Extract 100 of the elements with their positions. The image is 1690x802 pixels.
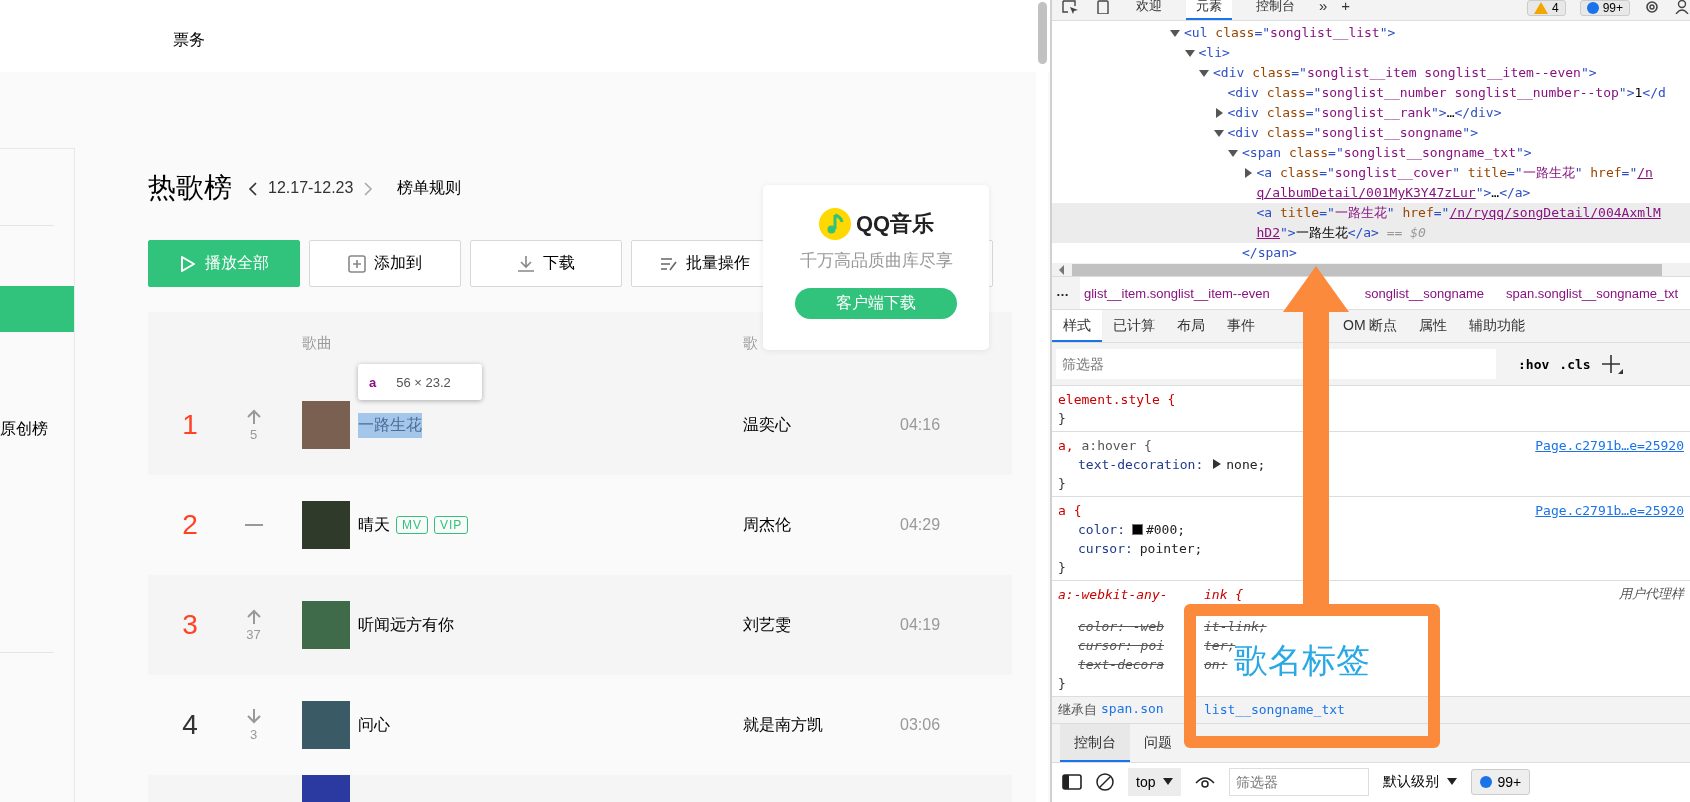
sidebar-item-highlight[interactable] — [0, 286, 74, 332]
color-swatch[interactable] — [1131, 523, 1143, 535]
css-declaration[interactable]: cursor: pointer; — [1078, 540, 1203, 556]
source-link[interactable]: Page.c2791b…e=25920 — [1535, 502, 1684, 518]
promo-tagline: 千万高品质曲库尽享 — [799, 250, 953, 272]
markup-code: <div class="songlist__rank">…</div> — [1227, 105, 1502, 121]
chevron-left-icon — [248, 181, 258, 197]
user-agent-label: 用户代理样 — [1619, 585, 1684, 604]
panel-tab[interactable]: OM 断点 — [1332, 310, 1409, 343]
nav-link[interactable]: 票务 — [173, 29, 205, 51]
dom-node[interactable]: <span class="songlist__songname_txt"> — [1052, 142, 1690, 163]
warnings-badge[interactable]: 4 — [1526, 0, 1566, 16]
scrollbar-thumb[interactable] — [1037, 2, 1047, 64]
dom-node[interactable]: <a title="一路生花" href="/n/ryqq/songDetail/004AxmlM — [1052, 202, 1690, 223]
devtools-tab[interactable]: 元素 — [1186, 0, 1232, 20]
add-tab-button[interactable]: + — [1341, 0, 1351, 12]
markup-code: hD2">一路生花</a> == $0 — [1256, 223, 1426, 242]
panel-tab[interactable]: 属性 — [1408, 310, 1459, 343]
markup-code: <div class="songlist__number songlist__number--top">1</d — [1227, 85, 1666, 101]
markup-code: </span> — [1242, 245, 1297, 261]
dom-node[interactable]: <ul class="songlist__list"> — [1052, 22, 1690, 43]
css-declaration[interactable]: cursor: poi — [1078, 637, 1165, 653]
css-declaration[interactable]: on: — [1204, 656, 1228, 672]
download-icon — [517, 254, 535, 273]
dom-node-continuation[interactable]: hD2">一路生花</a> == $0 — [1052, 222, 1690, 243]
context-dropdown[interactable]: top — [1128, 768, 1182, 797]
dom-node[interactable]: </span> — [1052, 242, 1690, 263]
log-level-dropdown[interactable]: 默认级别 — [1383, 773, 1458, 792]
panel-tab[interactable]: 已计算 — [1102, 310, 1166, 343]
toolbar-button[interactable]: 下载 — [470, 240, 622, 287]
artist-name[interactable]: 刘艺雯 — [743, 614, 900, 636]
panel-tab[interactable]: 事件 — [1216, 310, 1266, 343]
breadcrumb[interactable]: glist__item.songlist__item--even — [1080, 285, 1274, 301]
album-cover-placeholder[interactable] — [302, 701, 350, 749]
css-declaration[interactable]: text-decoration: none; — [1078, 456, 1266, 472]
rules-link[interactable]: 榜单规则 — [397, 177, 462, 199]
dom-node[interactable]: <div class="songlist__number songlist__number--top">1</d — [1052, 82, 1690, 103]
album-cover-placeholder[interactable] — [302, 401, 350, 449]
album-cover-placeholder[interactable] — [302, 501, 350, 549]
class-button[interactable]: .cls — [1559, 356, 1591, 372]
css-declaration[interactable]: it-link; — [1204, 618, 1267, 634]
dom-node-continuation[interactable]: q/albumDetail/001MyK3Y47zLur">…</a> — [1052, 182, 1690, 203]
panel-tab[interactable]: 布局 — [1166, 310, 1216, 343]
album-cover-placeholder[interactable] — [302, 601, 350, 649]
source-link[interactable]: Page.c2791b…e=25920 — [1535, 437, 1684, 453]
css-selector[interactable]: span.son — [1101, 700, 1164, 719]
markup-code: <li> — [1198, 45, 1230, 61]
person-icon — [1674, 0, 1690, 14]
dom-node[interactable]: <li> — [1052, 42, 1690, 63]
scrollbar-thumb[interactable] — [1072, 263, 1662, 276]
console-filter-field[interactable]: 筛选器 — [1229, 768, 1370, 797]
sidebar-item[interactable]: 原创榜 — [0, 406, 74, 452]
plus-square-icon — [348, 254, 366, 273]
arrow-down-icon — [244, 708, 263, 725]
messages-badge[interactable]: 99+ — [1471, 769, 1531, 796]
sidebar-toggle-icon — [1062, 774, 1082, 791]
rank-number: 2 — [181, 509, 199, 541]
filter-field[interactable]: 筛选器 — [1056, 349, 1496, 380]
dom-node[interactable]: <div class="songlist__songname"> — [1052, 122, 1690, 143]
song-row[interactable]: 4 3 问心 就是南方凯 03:06 — [148, 675, 1012, 775]
drawer-tab[interactable]: 问题 — [1130, 723, 1186, 762]
artist-name[interactable]: 就是南方凯 — [743, 714, 900, 736]
breadcrumb[interactable]: songlist__songname — [1360, 285, 1488, 301]
messages-badge[interactable]: 99+ — [1579, 0, 1630, 16]
css-declaration[interactable]: text-decora — [1078, 656, 1165, 672]
css-declaration[interactable]: color: -web — [1078, 618, 1165, 634]
device-icon — [1094, 0, 1112, 14]
duration: 04:19 — [900, 616, 942, 634]
css-selector[interactable]: list__songname_txt — [1204, 702, 1345, 718]
dropdown-triangle-icon — [1163, 778, 1174, 787]
song-row[interactable]: 3 37 听闻远方有你 刘艺雯 04:19 — [148, 575, 1012, 675]
settings-icon — [1644, 0, 1660, 14]
hover-state-button[interactable]: :hov — [1518, 356, 1550, 372]
artist-name[interactable]: 周杰伦 — [743, 514, 900, 536]
devtools-tab[interactable]: 控制台 — [1246, 0, 1305, 18]
song-row[interactable]: 2 晴天 MV VIP 周杰伦 04:29 — [148, 475, 1012, 575]
song-title[interactable]: 问心 — [358, 712, 390, 738]
breadcrumb[interactable]: … — [1052, 277, 1080, 310]
warning-icon — [1533, 2, 1548, 14]
panel-tab[interactable]: 样式 — [1052, 310, 1102, 343]
dom-node[interactable]: <div class="songlist__rank">…</div> — [1052, 102, 1690, 123]
css-selector: a, a:hover { — [1058, 437, 1152, 453]
rank-number: 4 — [181, 709, 199, 741]
play-icon — [179, 254, 197, 273]
toolbar-button[interactable]: 添加到 — [309, 240, 461, 287]
closing-brace: } — [1058, 409, 1067, 428]
artist-name[interactable]: 温奕心 — [743, 414, 900, 436]
panel-tab[interactable]: 辅助功能 — [1458, 310, 1537, 343]
css-selector: ink { — [1204, 586, 1244, 602]
drawer-tab[interactable]: 控制台 — [1060, 723, 1130, 762]
dom-node[interactable]: <a class="songlist__cover" title="一路生花" href="/n — [1052, 162, 1690, 183]
dom-node[interactable]: <div class="songlist__item songlist__item--even"> — [1052, 62, 1690, 83]
breadcrumb[interactable]: span.songlist__songname_txt — [1502, 285, 1682, 301]
song-title[interactable]: 听闻远方有你 — [358, 612, 454, 638]
css-declaration[interactable]: color: #000; — [1078, 521, 1186, 537]
chart-title: 热歌榜 — [148, 171, 232, 205]
more-tabs-button[interactable]: » — [1319, 0, 1328, 12]
annotation-label: 歌名标签 — [1234, 640, 1370, 680]
song-title[interactable]: 晴天 — [358, 512, 390, 538]
date-range: 12.17-12.23 — [268, 179, 354, 197]
